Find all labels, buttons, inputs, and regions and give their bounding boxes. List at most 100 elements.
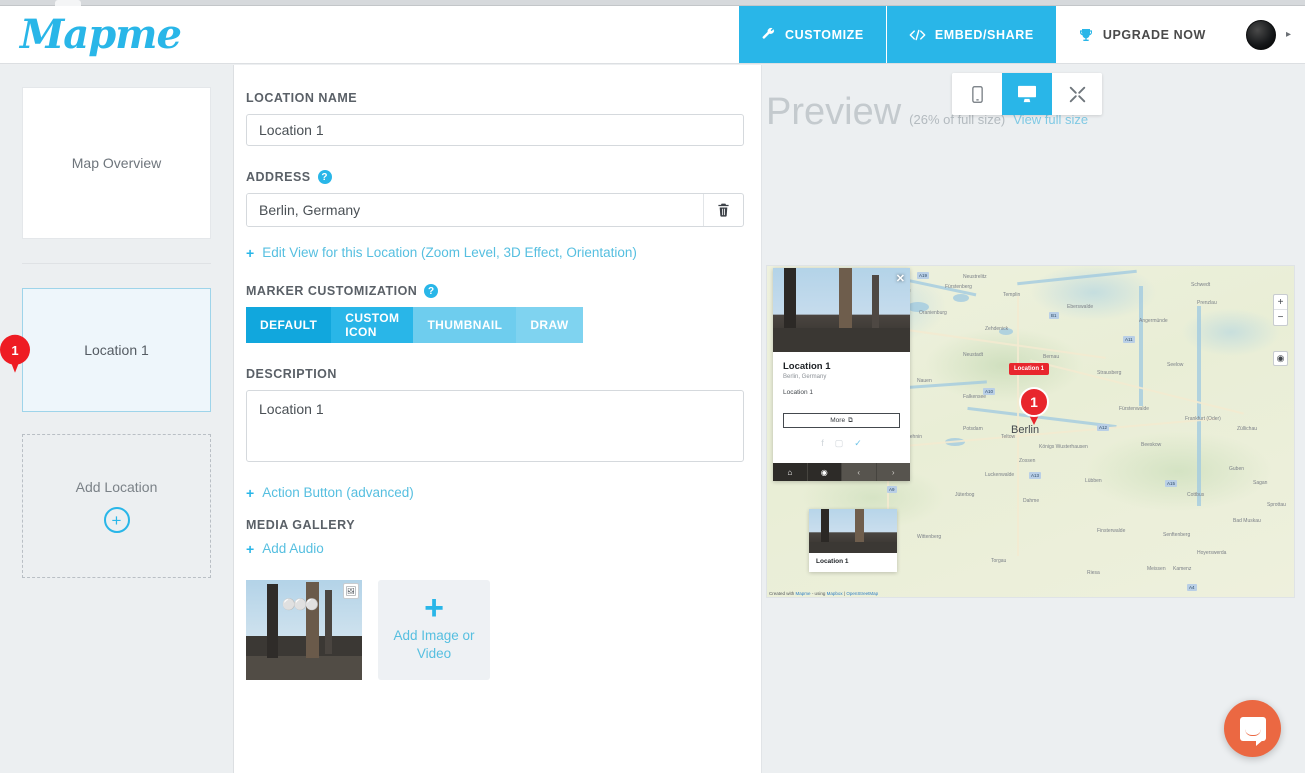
fullscreen-view-button[interactable] (1052, 73, 1102, 115)
map-place-label: Frankfurt (Oder) (1185, 416, 1221, 422)
description-label-text: DESCRIPTION (246, 367, 337, 381)
customize-button[interactable]: CUSTOMIZE (738, 6, 886, 63)
map-marker-location-1[interactable]: Location 1 1 (1009, 363, 1050, 425)
attr-brand-link[interactable]: Mapme (796, 591, 811, 596)
add-audio-link[interactable]: + Add Audio (246, 541, 743, 556)
app-header: Mapme CUSTOMIZE EMBED/SHARE UPGRADE NOW … (0, 6, 1305, 64)
eye-icon[interactable]: ◉ (808, 463, 842, 481)
map-overview-card[interactable]: Map Overview (22, 87, 211, 239)
facebook-icon[interactable]: f (821, 438, 824, 449)
embed-share-label: EMBED/SHARE (934, 27, 1034, 42)
address-label-text: ADDRESS (246, 170, 311, 184)
action-button-link-label: Action Button (advanced) (262, 485, 414, 500)
tab-thumbnail-label: THUMBNAIL (427, 318, 503, 332)
image-badge-icon[interactable]: 🖼 (343, 583, 359, 599)
map-place-label: Hoyerswerda (1197, 550, 1227, 556)
map-place-label: Lübben (1085, 478, 1102, 484)
desktop-view-button[interactable] (1002, 73, 1052, 115)
wrench-icon (761, 27, 776, 42)
media-gallery-row: ⚪⚪⚪ 🖼 + Add Image or Video (246, 580, 743, 680)
map-place-label: Neustrelitz (963, 274, 987, 280)
map-preview[interactable]: OranienburgPrenzlauEberswaldeNeuruppinTe… (766, 265, 1295, 598)
preview-title: Preview (766, 91, 902, 133)
plus-icon-add-audio: + (246, 540, 255, 557)
sidebar-divider (22, 263, 211, 264)
chat-widget-button[interactable] (1224, 700, 1281, 757)
map-place-label: Meissen (1147, 566, 1166, 572)
add-image-or-video-button[interactable]: + Add Image or Video (378, 580, 490, 680)
attr-mid: - using (811, 591, 826, 596)
add-audio-label: Add Audio (262, 541, 324, 556)
location-name-label-text: LOCATION NAME (246, 91, 358, 105)
tab-thumbnail[interactable]: THUMBNAIL (413, 307, 517, 343)
sidebar-item-label: Location 1 (84, 342, 149, 358)
map-place-label: Bad Muskau (1233, 518, 1261, 524)
attr-mapbox-link[interactable]: Mapbox (827, 591, 843, 596)
tab-draw[interactable]: DRAW (516, 307, 583, 343)
attr-prefix: Created with (769, 591, 795, 596)
map-place-label: Königs Wusterhausen (1039, 444, 1088, 450)
sidebar-item-location-1[interactable]: Location 1 (22, 288, 211, 412)
help-icon-address[interactable]: ? (317, 170, 332, 184)
home-icon[interactable]: ⌂ (773, 463, 808, 481)
embed-share-button[interactable]: EMBED/SHARE (885, 6, 1056, 63)
map-route-shield: A12 (1097, 424, 1110, 431)
map-place-label: Riesa (1087, 570, 1100, 576)
address-row (246, 193, 744, 227)
plus-icon-edit-view: + (246, 244, 255, 261)
description-textarea[interactable] (246, 390, 744, 462)
prev-icon[interactable]: ‹ (842, 463, 877, 481)
chevron-right-icon[interactable]: ▸ (1286, 29, 1291, 40)
tab-custom-icon-label: CUSTOM ICON (345, 311, 400, 339)
media-gallery-label-text: MEDIA GALLERY (246, 518, 356, 532)
external-link-icon: ⧉ (848, 416, 853, 424)
media-thumbnail[interactable]: ⚪⚪⚪ 🖼 (246, 580, 362, 680)
upgrade-now-button[interactable]: UPGRADE NOW (1055, 6, 1228, 63)
address-input[interactable] (247, 194, 703, 226)
twitter-icon[interactable]: ✓ (854, 438, 862, 449)
map-route-shield: A10 (983, 388, 996, 395)
account-menu[interactable]: ▸ (1227, 6, 1305, 63)
action-button-link[interactable]: + Action Button (advanced) (246, 485, 743, 500)
map-place-label: Fürstenberg (945, 284, 972, 290)
next-icon[interactable]: › (876, 463, 910, 481)
location-form-panel: LOCATION NAME ADDRESS ? + Edit View for … (234, 65, 762, 773)
close-icon[interactable]: ✕ (896, 272, 905, 285)
info-card-title: Location 1 (783, 361, 831, 372)
zoom-out-button[interactable]: − (1274, 310, 1287, 325)
thumbnail-card-image (809, 509, 897, 553)
map-place-label: Dahme (1023, 498, 1040, 504)
chat-bubble-icon (1239, 716, 1266, 746)
map-route-shield: A9 (887, 486, 897, 493)
plus-icon-add-media: + (424, 588, 444, 627)
tab-custom-icon[interactable]: CUSTOM ICON (331, 307, 414, 343)
more-button-label: More (830, 417, 846, 424)
map-place-label: Wittenberg (917, 534, 942, 540)
mobile-view-button[interactable] (952, 73, 1002, 115)
attr-osm-link[interactable]: OpenStreetMap (846, 591, 878, 596)
map-marker-number: 1 (1019, 387, 1049, 417)
edit-view-link[interactable]: + Edit View for this Location (Zoom Leve… (246, 245, 743, 260)
map-place-label: Beeskow (1141, 442, 1162, 448)
delete-address-button[interactable] (703, 194, 743, 226)
map-thumbnail-card[interactable]: Location 1 (809, 509, 897, 572)
map-route-shield: A19 (917, 272, 930, 279)
locate-button[interactable]: ◉ (1273, 351, 1288, 366)
pin-number: 1 (11, 342, 19, 358)
map-route-shield: A15 (1165, 480, 1178, 487)
map-place-label: Eberswalde (1067, 304, 1094, 310)
zoom-in-button[interactable]: + (1274, 295, 1287, 310)
info-card-more-button[interactable]: More ⧉ (783, 413, 900, 428)
logo[interactable]: Mapme (0, 6, 182, 63)
instagram-icon[interactable]: ▢ (835, 438, 844, 449)
location-name-input[interactable] (246, 114, 744, 146)
map-place-label: Sprottau (1267, 502, 1286, 508)
preview-panel: Preview (26% of full size) View full siz… (762, 65, 1305, 773)
help-icon-marker[interactable]: ? (424, 284, 439, 298)
avatar[interactable] (1245, 19, 1276, 50)
map-place-label: Strausberg (1097, 370, 1122, 376)
info-card-description: Location 1 (783, 389, 813, 396)
add-location-label: Add Location (75, 479, 158, 495)
tab-default[interactable]: DEFAULT (246, 307, 332, 343)
add-location-button[interactable]: Add Location + (22, 434, 211, 578)
